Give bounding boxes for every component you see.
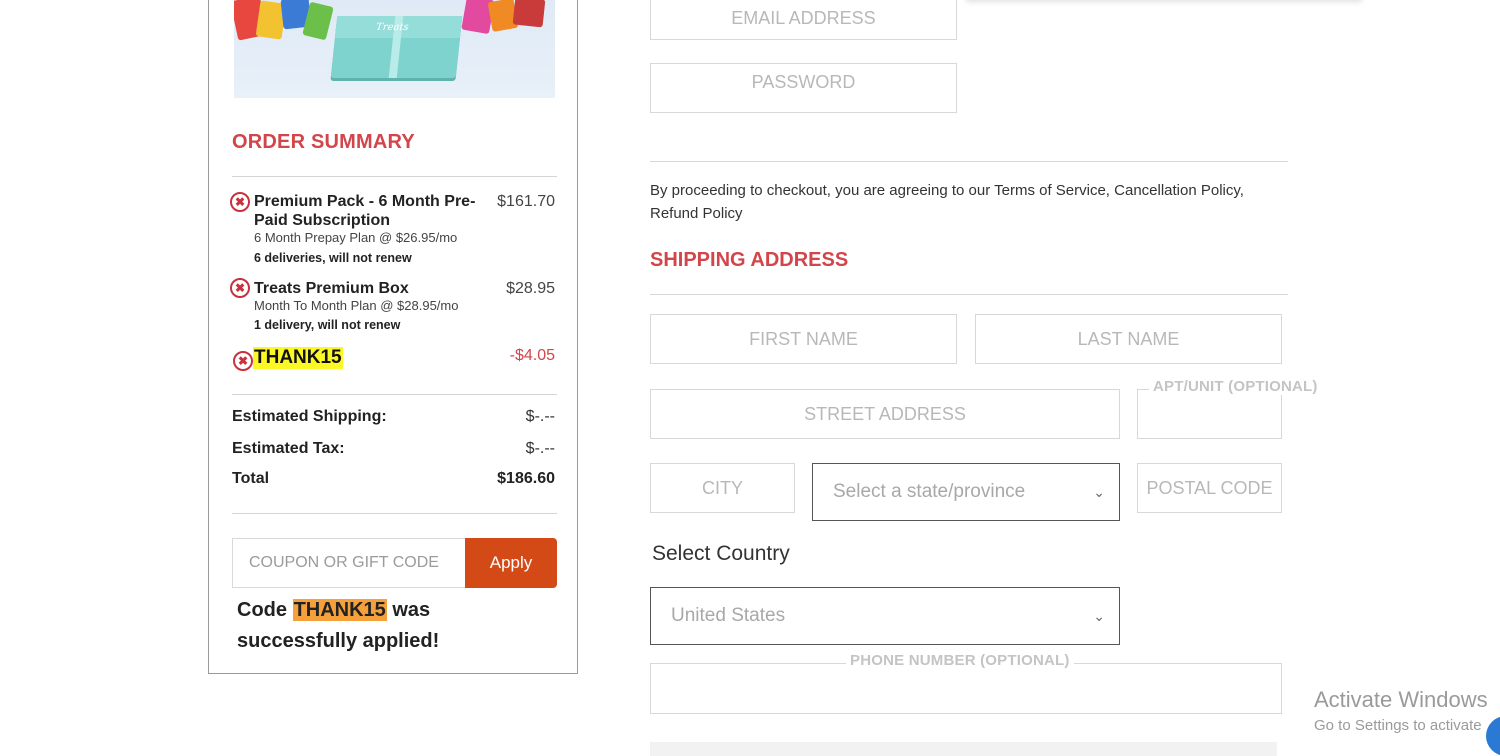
activate-windows-title: Activate Windows <box>1314 687 1488 712</box>
apply-coupon-button[interactable]: Apply <box>465 538 557 588</box>
shipping-address-title: SHIPPING ADDRESS <box>650 249 849 271</box>
chevron-down-icon: ⌄ <box>1093 608 1105 624</box>
chat-bubble-icon[interactable] <box>1486 716 1500 756</box>
phone-number-field[interactable] <box>650 663 1282 714</box>
remove-item-icon[interactable]: ✖ <box>230 192 250 212</box>
chevron-down-icon: ⌄ <box>1093 484 1105 500</box>
total-value: $186.60 <box>497 470 555 487</box>
item-note: 6 deliveries, will not renew <box>254 251 412 265</box>
summary-divider <box>232 394 557 395</box>
coupon-success-message: Code THANK15 was successfully applied! <box>237 595 497 657</box>
terms-notice: By proceeding to checkout, you are agree… <box>650 182 1244 222</box>
form-divider <box>650 294 1288 295</box>
country-select[interactable]: United States ⌄ <box>650 587 1120 645</box>
select-country-label: Select Country <box>652 542 790 565</box>
total-label: Total <box>232 470 270 487</box>
item-price: $161.70 <box>497 193 555 210</box>
city-field[interactable] <box>650 463 795 513</box>
phone-number-label: PHONE NUMBER (OPTIONAL) <box>846 652 1074 669</box>
product-image: Treats <box>234 0 555 98</box>
state-select[interactable]: Select a state/province ⌄ <box>812 463 1120 521</box>
order-summary-panel: Treats ORDER SUMMARY ✖ Premium Pack - 6 … <box>208 0 578 674</box>
apt-unit-field[interactable] <box>1137 389 1282 439</box>
remove-item-icon[interactable]: ✖ <box>230 278 250 298</box>
success-prefix: Code <box>237 599 293 621</box>
success-code: THANK15 <box>292 599 387 621</box>
item-name: Treats Premium Box <box>254 280 409 297</box>
order-summary-title: ORDER SUMMARY <box>232 131 415 153</box>
shipping-label: Estimated Shipping: <box>232 408 387 425</box>
activate-windows-subtitle: Go to Settings to activate <box>1314 717 1482 734</box>
treats-box-illustration: Treats <box>330 16 463 78</box>
postal-code-field[interactable] <box>1137 463 1282 513</box>
tax-value: $-.-- <box>525 440 555 457</box>
email-field[interactable] <box>650 0 957 40</box>
coupon-discount: -$4.05 <box>509 347 555 364</box>
applied-coupon-code: THANK15 <box>253 347 343 369</box>
street-address-field[interactable] <box>650 389 1120 439</box>
item-name: Premium Pack - 6 Month Pre-Paid Subscrip… <box>254 193 476 229</box>
remove-coupon-icon[interactable]: ✖ <box>233 351 253 371</box>
tax-label: Estimated Tax: <box>232 440 345 457</box>
summary-divider <box>232 176 557 177</box>
country-select-value: United States <box>671 605 786 626</box>
item-note: 1 delivery, will not renew <box>254 318 401 332</box>
item-plan: 6 Month Prepay Plan @ $26.95/mo <box>254 230 458 245</box>
next-section-bar <box>650 742 1277 756</box>
coupon-input[interactable] <box>232 538 465 588</box>
treats-box-logo: Treats <box>375 22 410 33</box>
last-name-field[interactable] <box>975 314 1282 364</box>
shipping-value: $-.-- <box>525 408 555 425</box>
first-name-field[interactable] <box>650 314 957 364</box>
state-select-value: Select a state/province <box>833 481 1026 502</box>
summary-divider <box>232 513 557 514</box>
candy-decoration <box>512 0 546 28</box>
form-divider <box>650 161 1288 162</box>
apt-unit-label: APT/UNIT (OPTIONAL) <box>1149 378 1322 395</box>
item-price: $28.95 <box>506 280 555 297</box>
password-field[interactable] <box>650 63 957 113</box>
item-plan: Month To Month Plan @ $28.95/mo <box>254 298 459 313</box>
